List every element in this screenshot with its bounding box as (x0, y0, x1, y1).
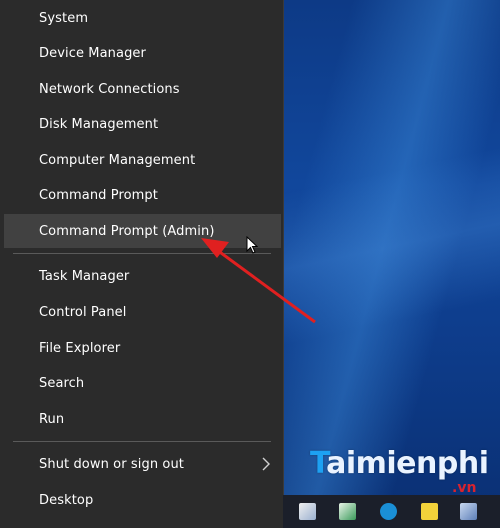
menu-item-label: File Explorer (39, 340, 121, 356)
watermark-suffix: .vn (452, 480, 477, 496)
watermark-text: aimienphi (326, 446, 489, 481)
menu-item-label: Run (39, 411, 65, 427)
menu-item-network-connections[interactable]: Network Connections (4, 72, 281, 106)
menu-item-label: Command Prompt (39, 187, 158, 203)
sticky-notes-icon[interactable] (421, 503, 438, 520)
menu-item-label: Search (39, 375, 85, 391)
menu-item-label: Device Manager (39, 45, 146, 61)
menu-item-label: Shut down or sign out (39, 456, 184, 472)
menu-item-label: Control Panel (39, 304, 127, 320)
menu-item-shut-down[interactable]: Shut down or sign out (4, 447, 281, 481)
menu-separator (13, 441, 271, 442)
skype-icon[interactable] (380, 503, 397, 520)
menu-item-command-prompt[interactable]: Command Prompt (4, 178, 281, 212)
menu-item-desktop[interactable]: Desktop (4, 483, 281, 517)
menu-item-label: System (39, 10, 89, 26)
menu-item-run[interactable]: Run (4, 402, 281, 436)
menu-item-label: Network Connections (39, 81, 180, 97)
taskbar-app-icon[interactable] (339, 503, 356, 520)
menu-item-system[interactable]: System (4, 1, 281, 35)
taskbar-app-icon[interactable] (460, 503, 477, 520)
mouse-cursor-icon (246, 236, 258, 254)
menu-item-disk-management[interactable]: Disk Management (4, 107, 281, 141)
menu-item-computer-management[interactable]: Computer Management (4, 143, 281, 177)
watermark-initial: T (310, 446, 327, 481)
menu-item-label: Task Manager (39, 268, 130, 284)
menu-item-label: Command Prompt (Admin) (39, 223, 215, 239)
menu-item-label: Computer Management (39, 152, 196, 168)
taskbar (283, 495, 500, 528)
menu-item-device-manager[interactable]: Device Manager (4, 36, 281, 70)
watermark-logo: Taimienphi (310, 446, 489, 481)
menu-item-label: Desktop (39, 492, 94, 508)
red-arrow-annotation (201, 238, 316, 324)
menu-item-label: Disk Management (39, 116, 159, 132)
chevron-right-icon (262, 457, 270, 471)
menu-item-file-explorer[interactable]: File Explorer (4, 331, 281, 365)
taskbar-app-icon[interactable] (299, 503, 316, 520)
menu-item-search[interactable]: Search (4, 366, 281, 400)
